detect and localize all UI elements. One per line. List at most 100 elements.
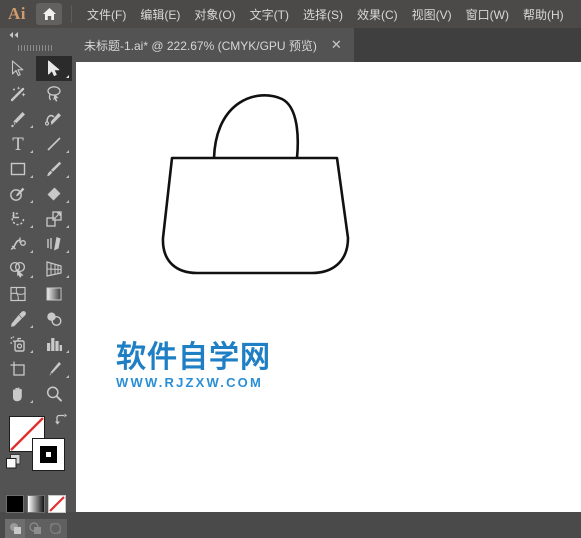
perspective-grid-tool[interactable] bbox=[36, 256, 72, 281]
handbag-body-path bbox=[161, 156, 350, 275]
fill-stroke-controls bbox=[0, 412, 72, 474]
app-logo: Ai bbox=[8, 4, 26, 23]
tool-flyout-indicator bbox=[30, 225, 33, 228]
tool-flyout-indicator bbox=[66, 175, 69, 178]
rectangle-tool[interactable] bbox=[0, 156, 36, 181]
tool-flyout-indicator bbox=[66, 250, 69, 253]
stroke-swatch-inner bbox=[40, 446, 57, 463]
swap-fill-stroke-icon[interactable] bbox=[54, 413, 68, 432]
paintbrush-tool[interactable] bbox=[36, 156, 72, 181]
rotate-tool[interactable] bbox=[0, 206, 36, 231]
close-icon[interactable]: ✕ bbox=[331, 39, 342, 52]
tool-flyout-indicator bbox=[30, 275, 33, 278]
panel-drag-handle[interactable] bbox=[0, 42, 72, 53]
slice-tool[interactable] bbox=[36, 356, 72, 381]
line-segment-tool[interactable] bbox=[36, 131, 72, 156]
document-tab-title: 未标题-1.ai* @ 222.67% (CMYK/GPU 预览) bbox=[84, 38, 317, 53]
color-mode-gradient[interactable] bbox=[27, 495, 45, 513]
pen-tool[interactable] bbox=[0, 106, 36, 131]
rectangle-icon bbox=[10, 162, 26, 175]
tool-row bbox=[0, 281, 72, 306]
direct-selection-tool[interactable] bbox=[36, 56, 72, 81]
tools-panel: T bbox=[0, 28, 72, 538]
tool-flyout-indicator bbox=[30, 175, 33, 178]
menu-object[interactable]: 对象(O) bbox=[187, 3, 242, 26]
free-transform-icon bbox=[47, 236, 61, 250]
tool-flyout-indicator bbox=[66, 225, 69, 228]
tool-flyout-indicator bbox=[30, 125, 33, 128]
home-icon[interactable] bbox=[36, 3, 62, 25]
zoom-tool[interactable] bbox=[36, 381, 72, 406]
menu-help[interactable]: 帮助(H) bbox=[516, 3, 571, 26]
rotate-icon bbox=[11, 211, 25, 225]
draw-inside-mode[interactable] bbox=[45, 519, 65, 538]
tool-row bbox=[0, 231, 72, 256]
free-transform-tool[interactable] bbox=[36, 231, 72, 256]
color-mode-buttons bbox=[6, 495, 66, 516]
draw-normal-mode[interactable] bbox=[5, 519, 25, 538]
color-mode-none[interactable] bbox=[48, 495, 66, 513]
menu-bar: Ai 文件(F) 编辑(E) 对象(O) 文字(T) 选择(S) 效果(C) 视… bbox=[0, 0, 581, 28]
color-mode-color[interactable] bbox=[6, 495, 24, 513]
handbag-outline-artwork[interactable] bbox=[76, 62, 581, 512]
pen-nib-icon bbox=[11, 111, 25, 127]
curvature-pen-icon bbox=[45, 112, 61, 126]
type-tool[interactable]: T bbox=[0, 131, 36, 156]
collapse-panel-button[interactable] bbox=[0, 28, 72, 42]
tool-flyout-indicator bbox=[30, 150, 33, 153]
menu-view[interactable]: 视图(V) bbox=[405, 3, 459, 26]
direct-selection-arrow-icon bbox=[48, 60, 60, 76]
scale-tool[interactable] bbox=[36, 206, 72, 231]
mesh-tool[interactable] bbox=[0, 281, 36, 306]
hand-icon bbox=[13, 387, 22, 401]
swap-arrow-glyph bbox=[55, 413, 67, 425]
tool-row bbox=[0, 256, 72, 281]
tool-row bbox=[0, 381, 72, 406]
artboard-canvas[interactable]: 软件自学网 WWW.RJZXW.COM bbox=[76, 62, 581, 512]
default-fill-stroke-icon[interactable] bbox=[6, 454, 21, 474]
magic-wand-tool[interactable] bbox=[0, 81, 36, 106]
tool-row bbox=[0, 56, 72, 81]
eraser-tool[interactable] bbox=[36, 181, 72, 206]
lasso-tool[interactable] bbox=[36, 81, 72, 106]
tool-row bbox=[0, 306, 72, 331]
none-slash-glyph bbox=[49, 496, 65, 512]
symbol-sprayer-tool[interactable] bbox=[0, 331, 36, 356]
tool-flyout-indicator bbox=[30, 400, 33, 403]
tool-flyout-indicator bbox=[30, 325, 33, 328]
artboard-tool[interactable] bbox=[0, 356, 36, 381]
draw-behind-mode[interactable] bbox=[25, 519, 45, 538]
width-tool[interactable] bbox=[0, 231, 36, 256]
home-glyph bbox=[42, 8, 56, 20]
tool-flyout-indicator bbox=[66, 375, 69, 378]
document-tab[interactable]: 未标题-1.ai* @ 222.67% (CMYK/GPU 预览) ✕ bbox=[72, 28, 354, 62]
menu-file[interactable]: 文件(F) bbox=[80, 3, 133, 26]
menu-type[interactable]: 文字(T) bbox=[243, 3, 296, 26]
draw-mode-buttons bbox=[5, 519, 67, 538]
column-graph-tool[interactable] bbox=[36, 331, 72, 356]
hand-tool[interactable] bbox=[0, 381, 36, 406]
tool-flyout-indicator bbox=[30, 350, 33, 353]
tool-flyout-indicator bbox=[66, 275, 69, 278]
tool-row bbox=[0, 156, 72, 181]
width-icon bbox=[10, 237, 26, 250]
watermark-title: 软件自学网 bbox=[116, 340, 271, 375]
menu-effect[interactable]: 效果(C) bbox=[350, 3, 405, 26]
eyedropper-tool[interactable] bbox=[0, 306, 36, 331]
selection-tool[interactable] bbox=[0, 56, 36, 81]
line-segment-icon bbox=[47, 136, 61, 151]
shape-builder-icon bbox=[9, 261, 26, 278]
tool-row bbox=[0, 181, 72, 206]
menu-edit[interactable]: 编辑(E) bbox=[133, 3, 187, 26]
menu-window[interactable]: 窗口(W) bbox=[459, 3, 516, 26]
menu-select[interactable]: 选择(S) bbox=[296, 3, 350, 26]
blend-tool[interactable] bbox=[36, 306, 72, 331]
stroke-swatch[interactable] bbox=[32, 438, 65, 471]
shape-builder-tool[interactable] bbox=[0, 256, 36, 281]
selection-arrow-icon bbox=[11, 60, 24, 77]
tool-grid: T bbox=[0, 56, 72, 406]
menubar-separator bbox=[71, 5, 72, 23]
curvature-tool[interactable] bbox=[36, 106, 72, 131]
gradient-tool[interactable] bbox=[36, 281, 72, 306]
shaper-tool[interactable] bbox=[0, 181, 36, 206]
